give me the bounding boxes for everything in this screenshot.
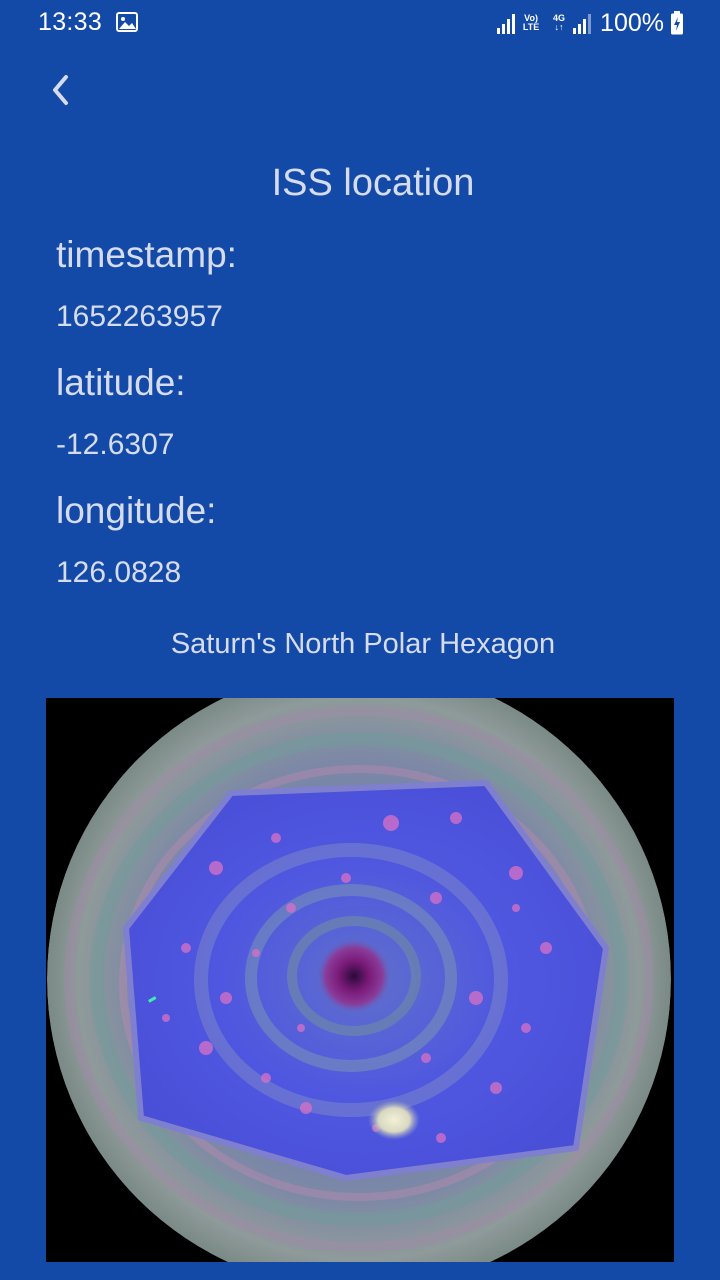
signal-icon <box>497 14 516 34</box>
status-indicators: Vo) LTE 4G ↓↑ 100% <box>496 8 684 38</box>
status-bar: 13:33 Vo) LTE 4G ↓↑ 100% <box>0 0 720 46</box>
apod-image <box>46 698 674 1262</box>
chevron-left-icon <box>53 75 68 105</box>
saturn-hexagon-image <box>46 698 674 1262</box>
timestamp-label: timestamp: <box>56 234 237 275</box>
battery-percent: 100% <box>600 8 664 37</box>
latitude-value: -12.6307 <box>56 428 175 461</box>
4g-data-icon: 4G ↓↑ <box>550 14 568 32</box>
back-button[interactable] <box>38 68 82 112</box>
longitude-label: longitude: <box>56 490 217 531</box>
data-arrows-icon: ↓↑ <box>554 22 564 32</box>
volte-icon: Vo) LTE <box>522 13 540 32</box>
signal-icon <box>573 14 592 34</box>
gallery-icon <box>116 12 138 32</box>
status-time: 13:33 <box>38 8 103 36</box>
timestamp-value: 1652263957 <box>56 300 223 333</box>
page-title: ISS location <box>271 162 475 204</box>
image-caption: Saturn's North Polar Hexagon <box>170 628 556 660</box>
longitude-value: 126.0828 <box>56 556 182 589</box>
latitude-label: latitude: <box>56 362 186 403</box>
battery-charging-icon <box>671 11 683 35</box>
